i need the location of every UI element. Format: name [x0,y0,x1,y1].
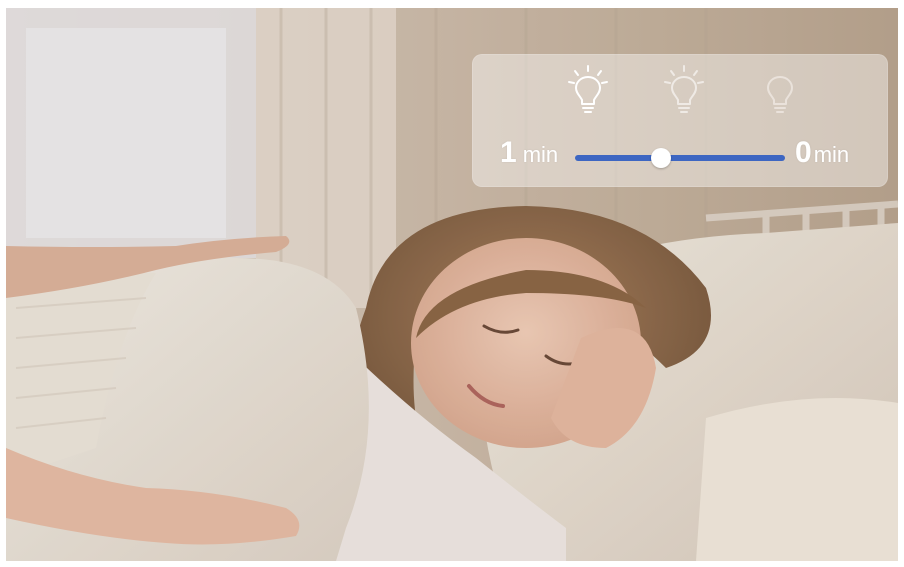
slider-thumb[interactable] [651,148,672,168]
slider-track[interactable] [575,155,785,161]
start-time-unit: min [522,142,559,167]
start-time-value: 1 [500,136,517,169]
bulb-off-icon [758,64,802,116]
dimmer-timer-panel: 1 min 0min [472,54,888,187]
background-photo: 1 min 0min [6,8,898,561]
dimming-slider[interactable] [575,148,785,168]
bulb-bright-icon [566,64,610,116]
start-time-label: 1 min [500,136,558,170]
end-time-label: 0min [795,136,849,170]
bulb-dim-icon [662,64,706,116]
end-time-value: 0 [795,136,812,169]
end-time-unit: min [813,142,850,167]
